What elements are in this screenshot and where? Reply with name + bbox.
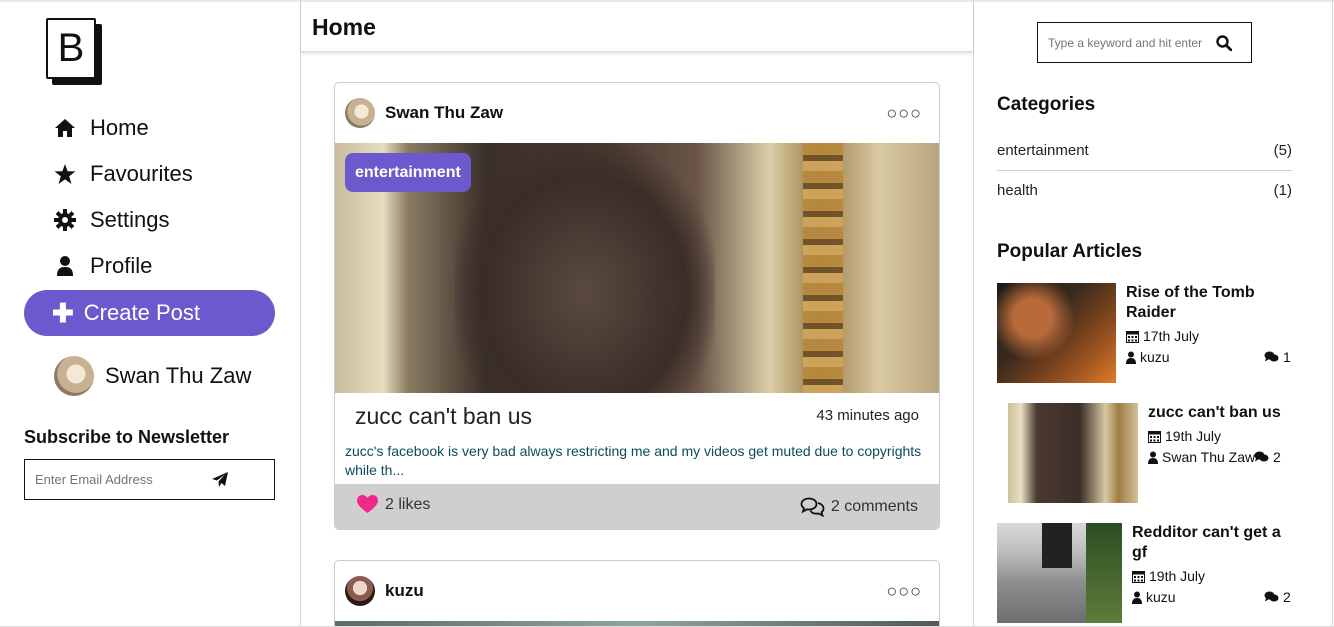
popular-articles-title: Popular Articles (997, 241, 1143, 262)
category-count: (5) (1273, 141, 1292, 159)
more-options-icon[interactable]: ○○○ (886, 103, 922, 124)
logo-letter: B (46, 18, 96, 79)
article-comments: 2 (1264, 589, 1291, 605)
category-item[interactable]: health (1) (997, 170, 1292, 210)
comments-count: 2 comments (830, 498, 918, 515)
create-post-label: Create Post (83, 300, 200, 325)
comments-button[interactable]: 2 comments (800, 497, 918, 517)
popular-article[interactable]: Rise of the Tomb Raider 17th July kuzu 1 (997, 283, 1292, 383)
current-user[interactable]: Swan Thu Zaw (54, 356, 251, 396)
article-author: Swan Thu Zaw (1148, 449, 1255, 465)
nav-item-favourites[interactable]: Favourites (52, 159, 193, 189)
avatar[interactable] (345, 98, 375, 128)
comments-icon (800, 497, 825, 517)
categories-title: Categories (997, 94, 1096, 115)
article-thumbnail[interactable] (997, 283, 1116, 383)
article-author: kuzu (1126, 349, 1170, 365)
create-post-button[interactable]: ✚ Create Post (24, 290, 275, 336)
search-icon[interactable] (1206, 25, 1242, 61)
nav-item-profile[interactable]: Profile (52, 251, 152, 281)
article-author: kuzu (1132, 589, 1176, 605)
home-icon (52, 117, 78, 139)
divider (300, 0, 301, 627)
like-button[interactable]: 2 likes (357, 495, 430, 514)
user-icon (52, 255, 78, 277)
left-sidebar: B Home Favourites Settings Profile ✚ Cre… (0, 0, 300, 627)
nav-label: Home (90, 115, 149, 140)
divider (973, 0, 974, 627)
post-excerpt: zucc's facebook is very bad always restr… (345, 443, 922, 478)
post-header: kuzu ○○○ (335, 561, 939, 621)
search-box (1037, 22, 1252, 63)
post-card[interactable]: kuzu ○○○ (334, 560, 940, 627)
comments-icon (1264, 591, 1279, 603)
popular-article[interactable]: Redditor can't get a gf 19th July kuzu 2 (997, 523, 1292, 623)
post-image[interactable]: entertainment (335, 143, 939, 393)
article-title[interactable]: zucc can't ban us (1148, 403, 1293, 423)
avatar (54, 356, 94, 396)
newsletter-form (24, 459, 275, 500)
main-header: Home (301, 2, 973, 52)
newsletter-title: Subscribe to Newsletter (24, 427, 230, 447)
article-title[interactable]: Redditor can't get a gf (1132, 523, 1292, 563)
user-icon (1126, 351, 1136, 364)
article-date: 19th July (1132, 568, 1205, 584)
user-icon (1132, 591, 1142, 604)
nav-label: Favourites (90, 161, 193, 186)
article-comments: 2 (1254, 449, 1281, 465)
post-card[interactable]: Swan Thu Zaw ○○○ entertainment zucc can'… (334, 82, 940, 530)
newsletter-email-input[interactable] (25, 472, 205, 487)
brand-logo[interactable]: B (46, 18, 102, 85)
star-icon (52, 163, 78, 185)
send-icon[interactable] (205, 465, 235, 495)
category-tag[interactable]: entertainment (345, 153, 471, 192)
nav-item-home[interactable]: Home (52, 113, 149, 143)
article-date: 19th July (1148, 428, 1221, 444)
post-title[interactable]: zucc can't ban us (355, 403, 532, 430)
category-name: health (997, 181, 1038, 199)
current-user-name: Swan Thu Zaw (105, 363, 252, 388)
nav-label: Profile (90, 253, 153, 278)
calendar-icon (1126, 330, 1139, 343)
post-author[interactable]: Swan Thu Zaw (385, 103, 503, 123)
more-options-icon[interactable]: ○○○ (886, 581, 922, 602)
calendar-icon (1148, 430, 1161, 443)
calendar-icon (1132, 570, 1145, 583)
heart-icon (357, 495, 378, 514)
nav-label: Settings (90, 207, 170, 232)
article-comments: 1 (1264, 349, 1291, 365)
post-time: 43 minutes ago (816, 407, 919, 424)
post-footer: 2 likes 2 comments (335, 484, 939, 529)
gear-icon (52, 209, 78, 231)
user-icon (1148, 451, 1158, 464)
page-title: Home (312, 14, 376, 40)
divider (1332, 0, 1333, 627)
plus-icon: ✚ (52, 298, 74, 328)
post-header: Swan Thu Zaw ○○○ (335, 83, 939, 143)
comments-icon (1254, 451, 1269, 463)
article-title[interactable]: Rise of the Tomb Raider (1126, 283, 1286, 323)
comments-icon (1264, 351, 1279, 363)
article-thumbnail[interactable] (997, 523, 1122, 623)
search-input[interactable] (1038, 35, 1206, 50)
popular-article[interactable]: zucc can't ban us 19th July Swan Thu Zaw… (1008, 403, 1292, 503)
post-author[interactable]: kuzu (385, 581, 424, 601)
category-name: entertainment (997, 141, 1089, 159)
article-thumbnail[interactable] (1008, 403, 1138, 503)
likes-count: 2 likes (385, 495, 431, 513)
category-count: (1) (1273, 181, 1292, 199)
article-date: 17th July (1126, 328, 1199, 344)
nav-item-settings[interactable]: Settings (52, 205, 170, 235)
category-item[interactable]: entertainment (5) (997, 130, 1292, 170)
avatar[interactable] (345, 576, 375, 606)
